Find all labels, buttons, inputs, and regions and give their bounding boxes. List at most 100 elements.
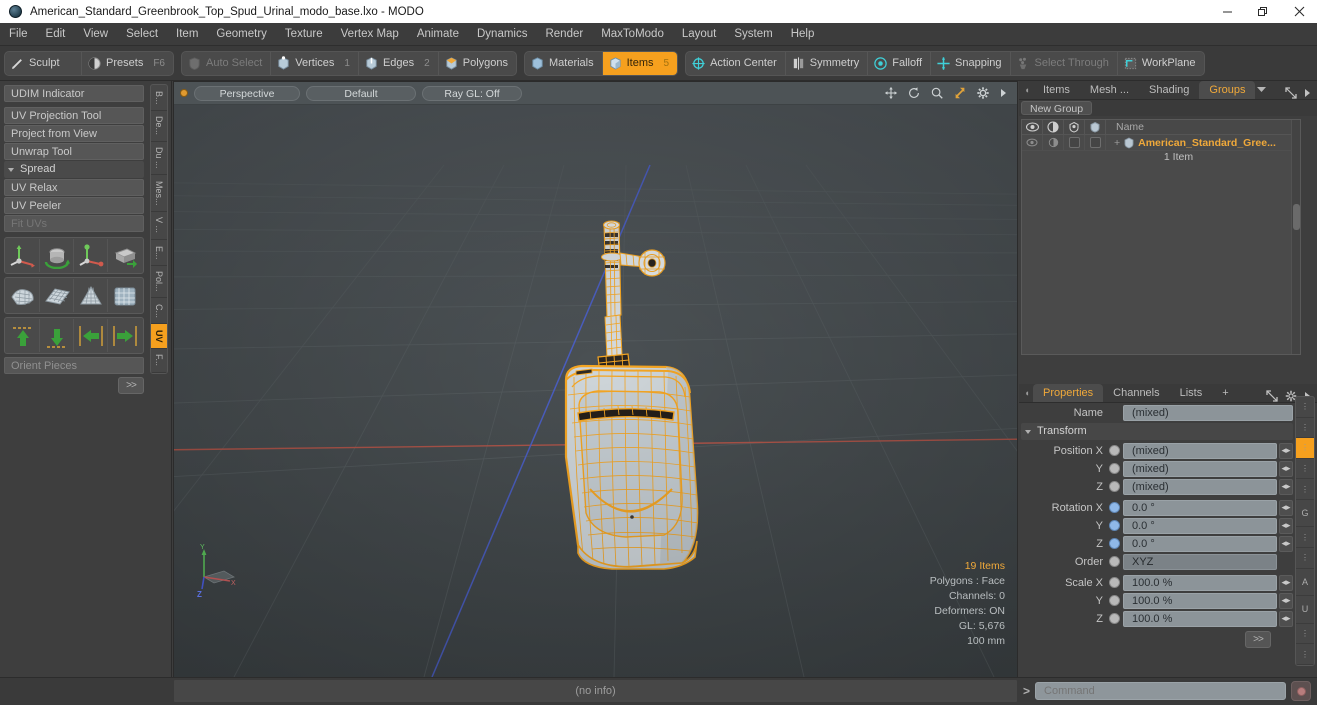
scale-axis-icon[interactable] xyxy=(74,239,108,272)
panel-menu-icon[interactable]: ◖ xyxy=(1021,80,1033,99)
side-tab-11[interactable]: ⋮ xyxy=(1296,624,1314,645)
position-x-field[interactable]: (mixed) xyxy=(1123,442,1277,459)
project-from-view-button[interactable]: Project from View xyxy=(4,125,144,142)
table-row[interactable]: + American_Standard_Gree... xyxy=(1022,135,1300,151)
items-button[interactable]: Items 5 xyxy=(602,51,678,75)
gear-icon[interactable] xyxy=(976,86,990,100)
row-visibility-icon[interactable] xyxy=(1022,135,1043,150)
rotation-y-radio[interactable] xyxy=(1109,520,1120,531)
order-dropdown[interactable]: XYZ xyxy=(1123,553,1277,570)
properties-more-button[interactable]: >> xyxy=(1245,631,1271,648)
maximize-button[interactable] xyxy=(1245,0,1281,23)
align-left-icon[interactable] xyxy=(74,319,108,352)
menu-help[interactable]: Help xyxy=(782,23,824,46)
tab-items[interactable]: Items xyxy=(1033,81,1080,99)
position-z-stepper[interactable]: ◂▸ xyxy=(1279,478,1293,495)
viewport-indicator-icon[interactable] xyxy=(180,89,188,97)
chevron-right-icon[interactable] xyxy=(1304,88,1311,98)
menu-animate[interactable]: Animate xyxy=(408,23,468,46)
tab-mesh[interactable]: Mesh ... xyxy=(1080,81,1139,99)
new-group-button[interactable]: New Group xyxy=(1021,101,1093,115)
position-x-stepper[interactable]: ◂▸ xyxy=(1279,442,1293,459)
tab-add[interactable]: + xyxy=(1212,384,1238,402)
scale-y-field[interactable]: 100.0 % xyxy=(1123,592,1277,609)
uv-relax-button[interactable]: UV Relax xyxy=(4,179,144,196)
auto-select-button[interactable]: Auto Select xyxy=(182,51,272,75)
row-render-icon[interactable] xyxy=(1043,135,1064,150)
zoom-tool-icon[interactable] xyxy=(930,86,944,100)
position-y-field[interactable]: (mixed) xyxy=(1123,460,1277,477)
rotation-y-field[interactable]: 0.0 ° xyxy=(1123,517,1277,534)
menu-render[interactable]: Render xyxy=(536,23,592,46)
menu-vertex-map[interactable]: Vertex Map xyxy=(332,23,408,46)
close-button[interactable] xyxy=(1281,0,1317,23)
align-up-icon[interactable] xyxy=(6,319,40,352)
snapping-button[interactable]: Snapping xyxy=(931,51,1011,75)
rotation-x-stepper[interactable]: ◂▸ xyxy=(1279,499,1293,516)
uv-cone-unwrap-icon[interactable] xyxy=(74,279,108,312)
name-field[interactable]: (mixed) xyxy=(1123,404,1293,421)
tab-channels[interactable]: Channels xyxy=(1103,384,1169,402)
row-checkbox-lock[interactable] xyxy=(1064,135,1085,150)
side-tab-8[interactable]: ⋮ xyxy=(1296,548,1314,569)
uv-sphere-grid-icon[interactable] xyxy=(108,279,142,312)
rotation-x-field[interactable]: 0.0 ° xyxy=(1123,499,1277,516)
rotation-z-field[interactable]: 0.0 ° xyxy=(1123,535,1277,552)
menu-layout[interactable]: Layout xyxy=(673,23,726,46)
vtab-de[interactable]: De... xyxy=(151,111,167,142)
rotation-x-radio[interactable] xyxy=(1109,502,1120,513)
menu-maxtomodo[interactable]: MaxToModo xyxy=(592,23,673,46)
menu-geometry[interactable]: Geometry xyxy=(207,23,276,46)
scale-x-field[interactable]: 100.0 % xyxy=(1123,574,1277,591)
rotation-y-stepper[interactable]: ◂▸ xyxy=(1279,517,1293,534)
materials-button[interactable]: Materials xyxy=(525,51,603,75)
uv-projection-tool-button[interactable]: UV Projection Tool xyxy=(4,107,144,124)
side-tab-7[interactable]: ⋮ xyxy=(1296,527,1314,549)
align-right-icon[interactable] xyxy=(108,319,142,352)
properties-menu-icon[interactable]: ◖ xyxy=(1021,383,1033,402)
vtab-c[interactable]: C... xyxy=(151,298,167,325)
position-y-radio[interactable] xyxy=(1109,463,1120,474)
side-tab-4[interactable]: ⋮ xyxy=(1296,459,1314,480)
menu-file[interactable]: File xyxy=(0,23,37,46)
vtab-b[interactable]: B... xyxy=(151,85,167,111)
tab-groups[interactable]: Groups xyxy=(1199,81,1256,99)
record-icon[interactable] xyxy=(1291,681,1311,701)
uv-shell-icon[interactable] xyxy=(6,279,40,312)
vtab-mesh[interactable]: Mes... xyxy=(151,175,167,212)
side-tab-2[interactable]: ⋮ xyxy=(1296,418,1314,439)
command-input[interactable] xyxy=(1035,682,1286,700)
rotation-z-stepper[interactable]: ◂▸ xyxy=(1279,535,1293,552)
menu-item[interactable]: Item xyxy=(167,23,207,46)
transform-section-header[interactable]: Transform xyxy=(1021,423,1293,440)
group-item-row[interactable]: + American_Standard_Gree... xyxy=(1106,137,1276,149)
left-more-button[interactable]: >> xyxy=(118,377,144,394)
menu-view[interactable]: View xyxy=(74,23,117,46)
vtab-v[interactable]: V ... xyxy=(151,212,167,240)
side-tab-animate[interactable]: A xyxy=(1296,569,1314,597)
orient-pieces-field[interactable]: Orient Pieces xyxy=(4,357,144,374)
move-axis-icon[interactable] xyxy=(6,239,40,272)
vtab-uv[interactable]: UV xyxy=(151,324,167,349)
uv-grid-plane-icon[interactable] xyxy=(40,279,74,312)
menu-select[interactable]: Select xyxy=(117,23,167,46)
rotate-cylinder-icon[interactable] xyxy=(40,239,74,272)
fit-uvs-button[interactable]: Fit UVs xyxy=(4,215,144,232)
scrollbar-thumb[interactable] xyxy=(1293,204,1300,231)
action-center-button[interactable]: Action Center xyxy=(686,51,786,75)
expand-icon[interactable] xyxy=(1285,87,1297,99)
chevron-right-icon[interactable] xyxy=(999,87,1007,99)
viewport-shading-button[interactable]: Default xyxy=(306,85,416,101)
scale-z-stepper[interactable]: ◂▸ xyxy=(1279,610,1293,627)
menu-edit[interactable]: Edit xyxy=(37,23,75,46)
falloff-button[interactable]: Falloff xyxy=(868,51,932,75)
chevron-down-icon[interactable] xyxy=(1255,80,1267,99)
tab-lists[interactable]: Lists xyxy=(1170,384,1213,402)
vtab-pol[interactable]: Pol... xyxy=(151,266,167,299)
viewport-mode-button[interactable]: Perspective xyxy=(194,85,300,101)
menu-dynamics[interactable]: Dynamics xyxy=(468,23,536,46)
viewport-raygl-button[interactable]: Ray GL: Off xyxy=(422,85,522,101)
scale-z-field[interactable]: 100.0 % xyxy=(1123,610,1277,627)
move-tool-icon[interactable] xyxy=(884,86,898,100)
vtab-du[interactable]: Du ... xyxy=(151,142,167,176)
